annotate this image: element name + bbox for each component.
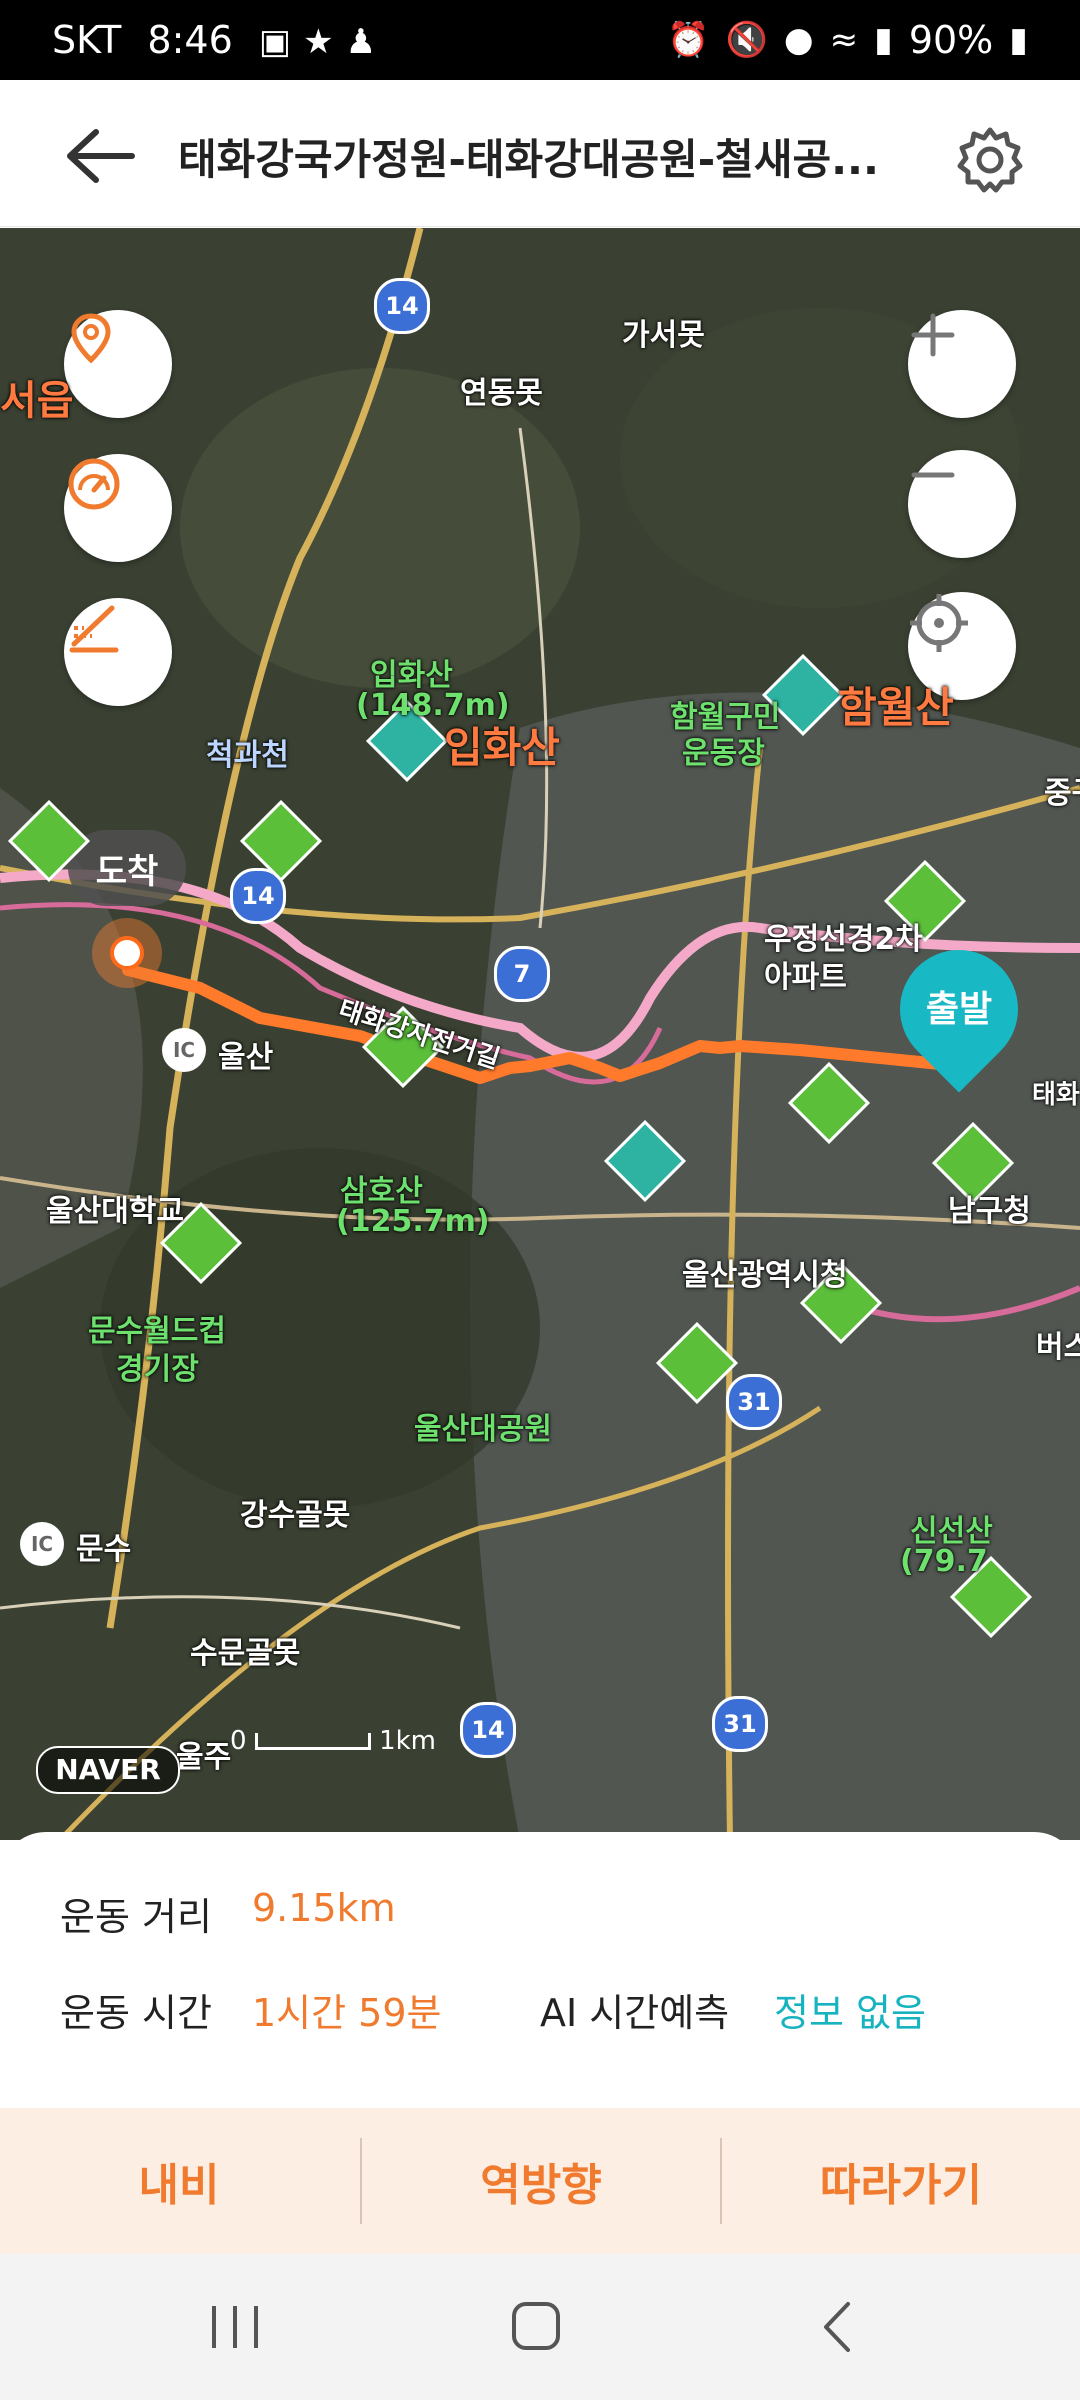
recent-apps-button[interactable] (200, 2294, 270, 2360)
map-label: 울주 (176, 1740, 232, 1775)
location-pin-icon (71, 313, 111, 364)
arrival-dot (110, 936, 144, 970)
map-label: 울산대공원 (414, 1412, 552, 1447)
zoom-out-button[interactable] (908, 450, 1016, 558)
home-button[interactable] (500, 2294, 572, 2360)
map-label: 울산 (218, 1040, 274, 1075)
app-header: 태화강국가정원-태화강대공원-철새공... (0, 80, 1080, 227)
status-left: SKT 8:46 ▣ ★ ♟ (52, 18, 376, 62)
carrier-label: SKT (52, 18, 122, 62)
walk-icon: ♟ (345, 22, 377, 62)
scale-bar (254, 1733, 371, 1750)
battery-level: 90% (908, 18, 994, 62)
map-label: 남구청 (948, 1194, 1031, 1229)
map-label: 가서못 (622, 318, 705, 353)
arrow-left-icon (67, 129, 135, 183)
time-value: 1시간 59분 (252, 1991, 442, 2035)
zoom-in-icon (911, 313, 955, 357)
settings-button[interactable] (950, 120, 1030, 200)
road-badge: 31 (712, 1696, 768, 1752)
navi-button[interactable]: 내비 (0, 2108, 358, 2254)
ic-badge: IC (162, 1028, 206, 1072)
home-icon (512, 2302, 560, 2350)
zoom-out-icon (911, 472, 955, 478)
map-label: 함월산 (838, 683, 954, 732)
system-nav-bar (0, 2254, 1080, 2400)
signal-icon: ▮ (874, 20, 893, 60)
location-icon: ● (783, 20, 814, 60)
map-label: 아파트 (764, 960, 847, 995)
map-label: 척과천 (206, 738, 289, 773)
crosshair-icon (910, 594, 968, 652)
map-label: 중구 (1044, 776, 1080, 811)
alarm-icon: ⏰ (667, 20, 710, 60)
recent-apps-icon (212, 2306, 258, 2348)
back-nav-icon (824, 2302, 850, 2352)
map-label: (125.7m) (336, 1204, 490, 1239)
road-badge: 14 (374, 278, 430, 334)
gallery-icon: ▣ (258, 22, 291, 62)
time-label: 운동 시간 (60, 1991, 212, 2035)
route-title: 태화강국가정원-태화강대공원-철새공... (178, 135, 879, 184)
road-badge: 14 (460, 1702, 516, 1758)
map-label: (79.7 (900, 1544, 988, 1579)
reverse-button[interactable]: 역방향 (362, 2108, 720, 2254)
road-badge: 31 (726, 1374, 782, 1430)
back-button[interactable] (62, 124, 142, 188)
mute-icon: 🔇 (725, 20, 768, 60)
map-label: 경기장 (116, 1352, 199, 1387)
follow-button[interactable]: 따라가기 (722, 2108, 1080, 2254)
status-bar: SKT 8:46 ▣ ★ ♟ ⏰ 🔇 ● ≈ ▮ 90% ▮ (0, 0, 1080, 80)
map-scale: 0 1km (230, 1726, 436, 1756)
speedometer-icon (68, 458, 120, 510)
route-info-panel: 운동 거리 9.15km 운동 시간 1시간 59분 AI 시간예측 정보 없음 (0, 1832, 1080, 2108)
map-label: 문수 (76, 1532, 132, 1567)
map-label: 수문골못 (190, 1636, 301, 1671)
road-badge: 7 (494, 946, 550, 1002)
map-label: 강수골못 (240, 1498, 351, 1533)
distance-label: 운동 거리 (60, 1895, 212, 1939)
scale-start: 0 (230, 1726, 247, 1756)
ai-prediction-value: 정보 없음 (774, 1991, 926, 2035)
map-label: 서읍 (0, 378, 74, 424)
battery-icon: ▮ (1009, 20, 1028, 60)
back-nav-button[interactable] (810, 2294, 870, 2360)
map-view[interactable]: 도착 출발 14 14 7 31 31 14 IC IC 가서못 연동못 서읍 … (0, 228, 1080, 1840)
scale-end: 1km (379, 1726, 437, 1756)
map-label: 태화 (1032, 1080, 1080, 1110)
distance-value: 9.15km (252, 1886, 396, 1930)
elevation-button[interactable] (64, 598, 172, 706)
clock: 8:46 (147, 18, 233, 62)
status-right: ⏰ 🔇 ● ≈ ▮ 90% ▮ (667, 18, 1028, 62)
map-label: 연동못 (460, 376, 543, 411)
action-bar: 내비 역방향 따라가기 (0, 2108, 1080, 2254)
departure-label: 출발 (925, 989, 993, 1030)
zoom-in-button[interactable] (908, 310, 1016, 418)
wifi-icon: ≈ (829, 20, 859, 60)
gear-icon (957, 127, 1023, 193)
ic-badge: IC (20, 1522, 64, 1566)
map-label: 입화산 (444, 723, 560, 772)
naver-logo: NAVER (36, 1746, 180, 1794)
elevation-icon (69, 605, 119, 653)
map-label: 울산대학교 (46, 1194, 184, 1229)
ai-prediction-label: AI 시간예측 (540, 1991, 730, 2035)
speed-button[interactable] (64, 454, 172, 562)
map-label: 운동장 (682, 736, 765, 771)
map-label: 울산광역시청 (682, 1258, 848, 1293)
shoe-icon: ★ (303, 22, 334, 62)
location-button[interactable] (64, 310, 172, 418)
map-label: 버스 (1036, 1330, 1080, 1365)
